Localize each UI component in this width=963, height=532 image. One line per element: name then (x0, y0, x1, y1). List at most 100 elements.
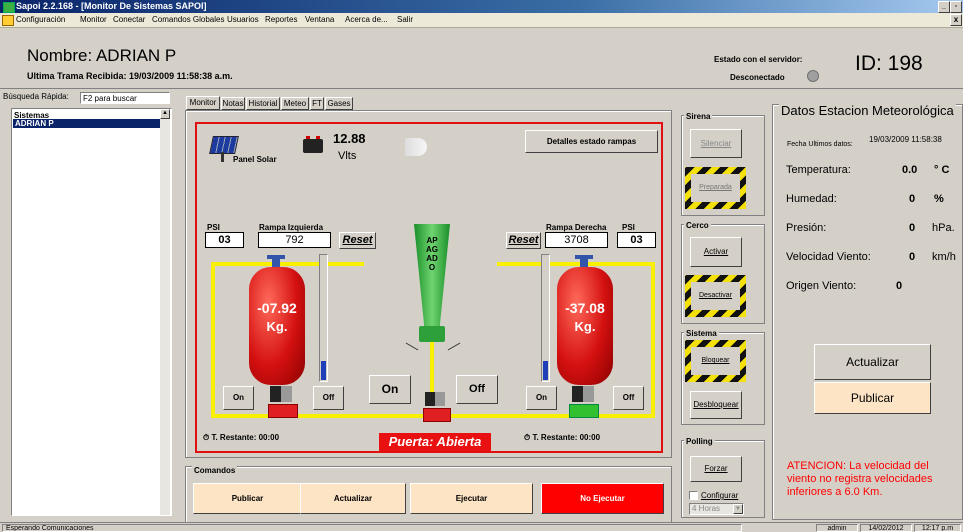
execute-button[interactable]: Ejecutar (410, 483, 533, 514)
menu-reportes[interactable]: Reportes (265, 15, 297, 24)
left-level-fill (321, 361, 326, 380)
sirena-title: Sirena (684, 112, 713, 121)
configurar-checkbox[interactable] (689, 491, 698, 500)
monitor-red-frame: Panel Solar 12.88 Vlts Detalles estado r… (195, 122, 663, 453)
wind-speed-label: Velocidad Viento: (786, 251, 871, 263)
right-ramp-label: Rampa Derecha (546, 223, 607, 232)
left-off-button[interactable]: Off (313, 386, 344, 410)
tab-historial[interactable]: Historial (246, 97, 280, 110)
server-state-label: Estado con el servidor: (714, 55, 803, 64)
door-status: Puerta: Abierta (379, 433, 491, 451)
commands-title: Comandos (192, 466, 238, 475)
battery-unit: Vlts (338, 150, 357, 162)
battery-voltage: 12.88 (333, 131, 366, 146)
search-label: Búsqueda Rápida: (3, 92, 69, 101)
right-tank: -37.08 Kg. (557, 267, 613, 385)
scroll-up-icon[interactable]: ▲ (160, 109, 170, 119)
center-valve-icon (423, 408, 451, 422)
temperature-label: Temperatura: (786, 164, 851, 176)
menu-configuracion[interactable]: Configuración (16, 15, 65, 24)
interval-select[interactable]: 4 Horas ▼ (689, 503, 744, 515)
ramp-details-button[interactable]: Detalles estado rampas (525, 130, 658, 153)
right-on-button[interactable]: On (526, 386, 557, 410)
list-item[interactable]: ADRIAN P (13, 119, 161, 128)
tab-monitor[interactable]: Monitor (186, 96, 220, 110)
polling-title: Polling (684, 437, 715, 446)
solar-panel-stand (221, 152, 224, 162)
cerco-title: Cerco (684, 221, 711, 230)
bloquear-label: Bloquear (691, 347, 740, 375)
right-tank-weight: -37.08 (565, 300, 605, 316)
tab-notas[interactable]: Notas (221, 97, 245, 110)
bloquear-button[interactable]: Bloquear (685, 340, 746, 382)
menu-usuarios[interactable]: Usuarios (227, 15, 259, 24)
right-switch-icon (572, 386, 594, 402)
silenciar-button[interactable]: Silenciar (690, 129, 742, 158)
temperature-unit: ° C (934, 164, 950, 176)
activar-button[interactable]: Activar (690, 237, 742, 267)
siren-icon (405, 138, 427, 156)
center-on-button[interactable]: On (369, 375, 411, 404)
menu-salir[interactable]: Salir (397, 15, 413, 24)
left-psi-value: 03 (205, 232, 244, 248)
left-timer-text: T. Restante: 00:00 (211, 433, 280, 442)
preparada-indicator[interactable]: Preparada (685, 167, 746, 209)
right-timer: ⏱ T. Restante: 00:00 (524, 433, 601, 442)
right-off-button[interactable]: Off (613, 386, 644, 410)
center-off-button[interactable]: Off (456, 375, 498, 404)
systems-list[interactable]: Sistemas ADRIAN P ▲ (11, 108, 172, 516)
left-level-gauge (319, 254, 328, 382)
center-switch-icon (425, 392, 445, 406)
forzar-button[interactable]: Forzar (690, 456, 742, 482)
menu-acerca[interactable]: Acerca de... (345, 15, 388, 24)
desactivar-label: Desactivar (691, 282, 740, 310)
maximize-icon[interactable]: ▫ (950, 1, 962, 13)
left-ramp-value: 792 (258, 232, 331, 248)
no-execute-button[interactable]: No Ejecutar (541, 483, 664, 514)
left-ramp-label: Rampa Izquierda (259, 223, 324, 232)
right-valve-icon (569, 404, 599, 418)
tab-meteo[interactable]: Meteo (281, 97, 309, 110)
client-name: Nombre: ADRIAN P (27, 46, 177, 65)
left-psi-label: PSI (207, 223, 220, 232)
connection-led-icon (807, 70, 819, 82)
menu-monitor[interactable]: Monitor (80, 15, 107, 24)
center-device-base (419, 326, 445, 342)
left-tank-weight: -07.92 (257, 300, 297, 316)
desactivar-button[interactable]: Desactivar (685, 275, 746, 317)
left-tank-unit: Kg. (266, 319, 288, 334)
center-pipe (430, 342, 434, 394)
pressure-label: Presión: (786, 222, 827, 234)
update-button[interactable]: Actualizar (300, 483, 406, 514)
right-level-fill (543, 361, 548, 380)
interval-value: 4 Horas (692, 504, 721, 513)
right-ramp-value: 3708 (545, 232, 608, 248)
desbloquear-button[interactable]: Desbloquear (690, 391, 742, 419)
sistema-title: Sistema (684, 329, 719, 338)
right-timer-text: T. Restante: 00:00 (532, 433, 601, 442)
left-pipe-vertical (211, 262, 215, 417)
menu-comandos-globales[interactable]: Comandos Globales (152, 15, 224, 24)
tab-ft[interactable]: FT (310, 97, 324, 110)
menu-ventana[interactable]: Ventana (305, 15, 334, 24)
weather-update-button[interactable]: Actualizar (814, 344, 931, 380)
menu-bar: Configuración Monitor Conectar Comandos … (0, 13, 963, 28)
dropdown-arrow-icon[interactable]: ▼ (733, 504, 743, 514)
left-reset-button[interactable]: Reset (339, 232, 376, 249)
window-title: Sapoi 2.2.168 - [Monitor De Sistemas SAP… (16, 1, 207, 11)
minimize-icon[interactable]: _ (938, 1, 950, 13)
menu-conectar[interactable]: Conectar (113, 15, 145, 24)
solar-panel-label: Panel Solar (233, 155, 277, 164)
humidity-label: Humedad: (786, 193, 837, 205)
wind-origin-value: 0 (896, 280, 903, 292)
wind-speed-unit: km/h (932, 251, 956, 263)
right-reset-button[interactable]: Reset (506, 232, 541, 249)
publish-button[interactable]: Publicar (193, 483, 302, 514)
search-input[interactable] (80, 92, 170, 104)
mdi-close-icon[interactable]: x (950, 14, 962, 26)
list-scrollbar[interactable]: ▲ (160, 109, 170, 515)
tab-gases[interactable]: Gases (325, 97, 353, 110)
title-bar: Sapoi 2.2.168 - [Monitor De Sistemas SAP… (0, 0, 963, 13)
left-on-button[interactable]: On (223, 386, 254, 410)
weather-publish-button[interactable]: Publicar (814, 382, 931, 414)
